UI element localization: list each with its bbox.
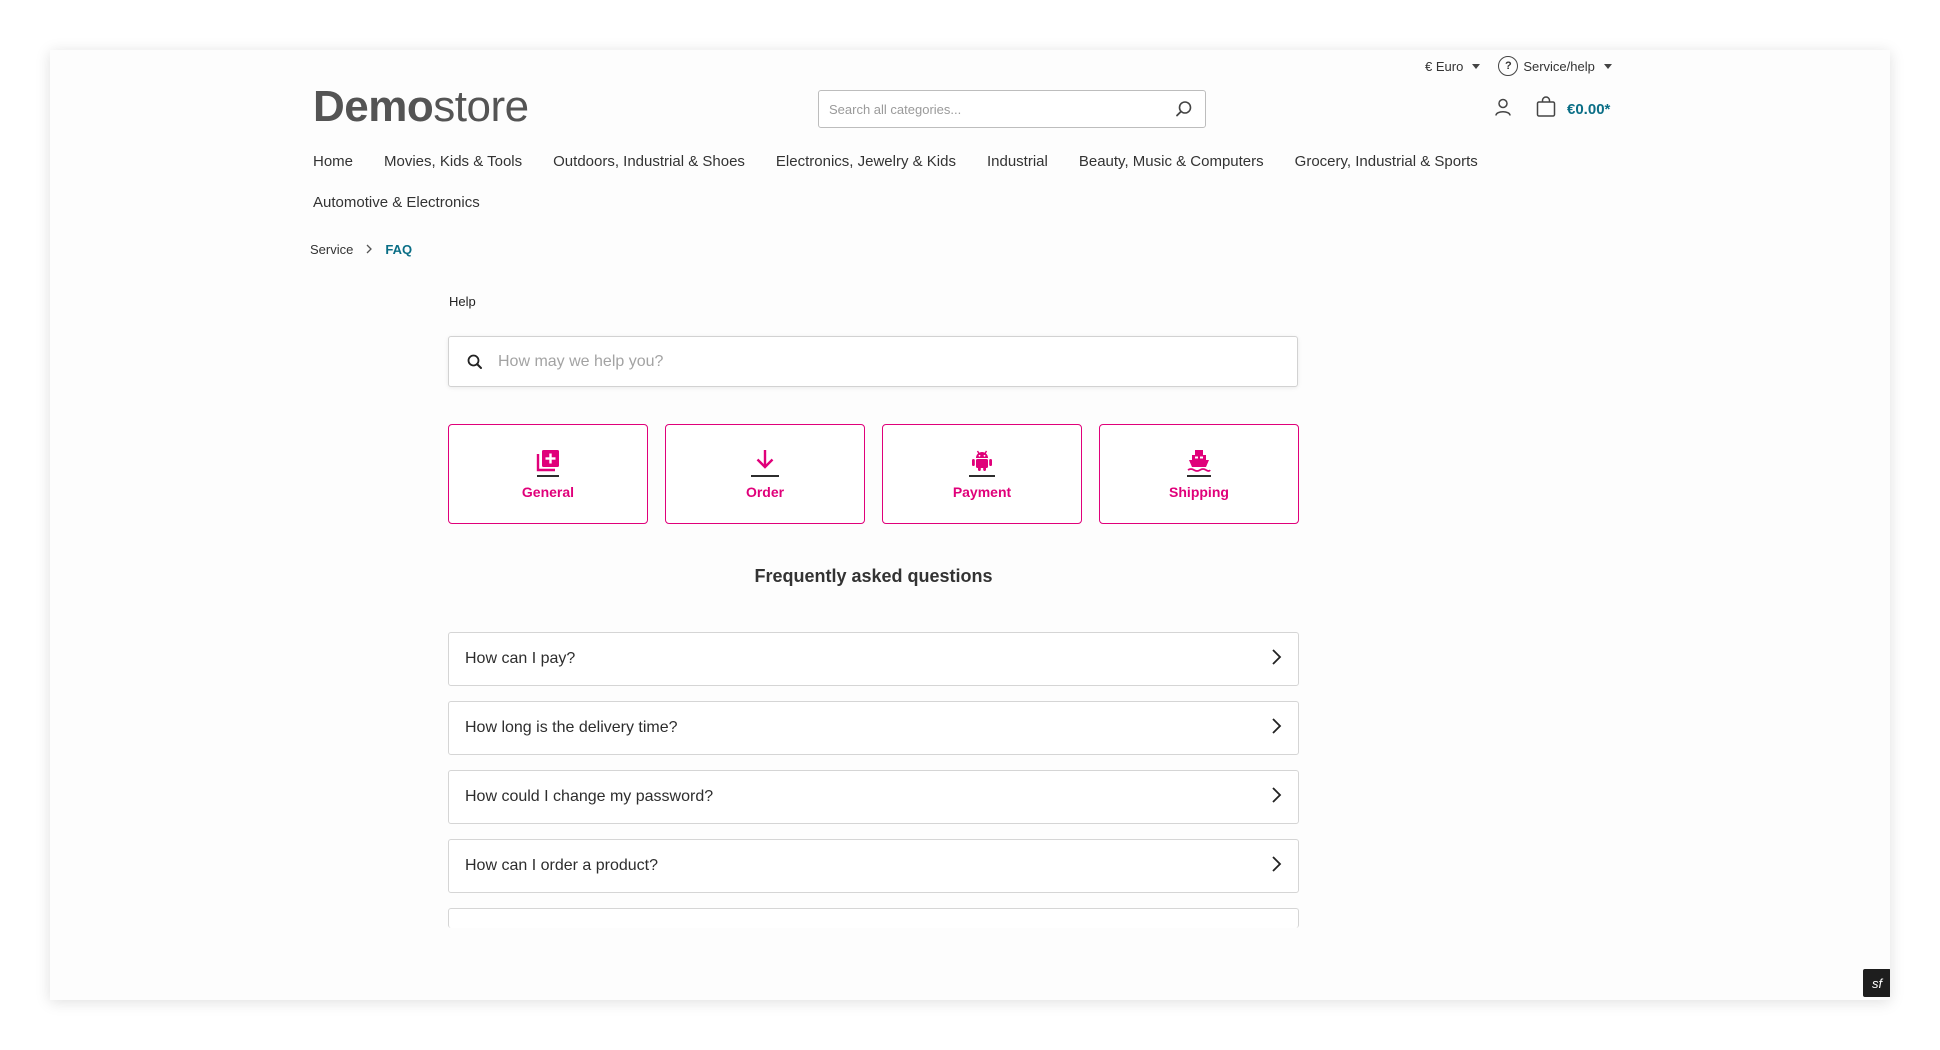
category-shipping[interactable]: Shipping xyxy=(1099,424,1299,524)
faq-item[interactable]: How could I change my password? xyxy=(448,770,1299,824)
breadcrumb-service[interactable]: Service xyxy=(310,242,353,257)
nav-item-industrial[interactable]: Industrial xyxy=(987,152,1048,193)
caret-down-icon xyxy=(1603,63,1612,69)
service-help-label: Service/help xyxy=(1523,58,1595,74)
ship-icon xyxy=(1186,449,1212,481)
main-navigation: Home Movies, Kids & Tools Outdoors, Indu… xyxy=(313,152,1613,234)
faq-question: How long is the delivery time? xyxy=(465,719,678,736)
nav-item-automotive-electronics[interactable]: Automotive & Electronics xyxy=(313,193,480,234)
nav-item-beauty-music-computers[interactable]: Beauty, Music & Computers xyxy=(1079,152,1264,193)
chevron-right-icon xyxy=(1270,648,1282,671)
nav-item-movies-kids-tools[interactable]: Movies, Kids & Tools xyxy=(384,152,522,193)
faq-item[interactable]: How can I pay? xyxy=(448,632,1299,686)
download-icon xyxy=(751,449,779,481)
cart-total: €0.00* xyxy=(1567,101,1611,118)
chevron-right-icon xyxy=(365,241,373,257)
page-container: € Euro ? Service/help Demostore Search a… xyxy=(50,50,1890,1000)
faq-item[interactable]: How can I order a product? xyxy=(448,839,1299,893)
faq-question: How could I change my password? xyxy=(465,788,714,805)
faq-title: Frequently asked questions xyxy=(754,566,993,586)
faq-item-partial[interactable] xyxy=(448,908,1299,928)
header-search-box xyxy=(818,90,1206,128)
faq-question: How can I order a product? xyxy=(465,857,658,874)
account-user-icon[interactable] xyxy=(1493,97,1513,122)
chevron-right-icon xyxy=(1270,717,1282,740)
android-icon xyxy=(969,449,995,481)
faq-question: How can I pay? xyxy=(465,650,576,667)
help-search-input[interactable] xyxy=(498,352,1258,371)
help-search-box xyxy=(448,336,1298,387)
nav-item-grocery-industrial-sports[interactable]: Grocery, Industrial & Sports xyxy=(1295,152,1478,193)
cart-button[interactable]: €0.00* xyxy=(1535,96,1610,123)
category-label: Order xyxy=(745,483,785,500)
store-logo[interactable]: Demostore xyxy=(313,82,529,132)
category-general[interactable]: General xyxy=(448,424,648,524)
header-search-input[interactable] xyxy=(819,101,1159,117)
service-help-dropdown[interactable]: ? Service/help xyxy=(1498,56,1612,76)
chevron-right-icon xyxy=(1270,855,1282,878)
category-order[interactable]: Order xyxy=(665,424,865,524)
search-icon[interactable] xyxy=(1175,100,1193,123)
symfony-toolbar-toggle[interactable]: sf xyxy=(1863,969,1890,997)
breadcrumb-faq[interactable]: FAQ xyxy=(385,242,412,257)
logo-bold-text: Demo xyxy=(313,82,434,131)
chevron-right-icon xyxy=(1270,786,1282,809)
faq-list: How can I pay? How long is the delivery … xyxy=(448,632,1299,943)
nav-item-electronics-jewelry-kids[interactable]: Electronics, Jewelry & Kids xyxy=(776,152,956,193)
header-actions: €0.00* xyxy=(1493,96,1610,123)
currency-label: € Euro xyxy=(1425,58,1464,74)
caret-down-icon xyxy=(1472,63,1481,69)
category-label: General xyxy=(521,483,575,500)
add-box-icon xyxy=(535,449,561,481)
browser-page: € Euro ? Service/help Demostore Search a… xyxy=(50,50,1890,1000)
breadcrumb: Service FAQ xyxy=(310,241,412,257)
help-circle-icon: ? xyxy=(1498,56,1519,76)
faq-item[interactable]: How long is the delivery time? xyxy=(448,701,1299,755)
category-payment[interactable]: Payment xyxy=(882,424,1082,524)
help-heading: Help xyxy=(449,294,476,309)
category-label: Shipping xyxy=(1169,483,1229,500)
shopping-bag-icon xyxy=(1535,96,1557,123)
category-label: Payment xyxy=(952,483,1012,500)
search-icon xyxy=(466,353,484,376)
logo-light-text: store xyxy=(433,82,529,131)
faq-categories: General Order Payment Shipping xyxy=(448,424,1299,524)
top-bar: € Euro ? Service/help xyxy=(1425,56,1612,76)
currency-dropdown[interactable]: € Euro xyxy=(1425,58,1481,74)
nav-item-home[interactable]: Home xyxy=(313,152,353,193)
nav-item-outdoors-industrial-shoes[interactable]: Outdoors, Industrial & Shoes xyxy=(553,152,745,193)
